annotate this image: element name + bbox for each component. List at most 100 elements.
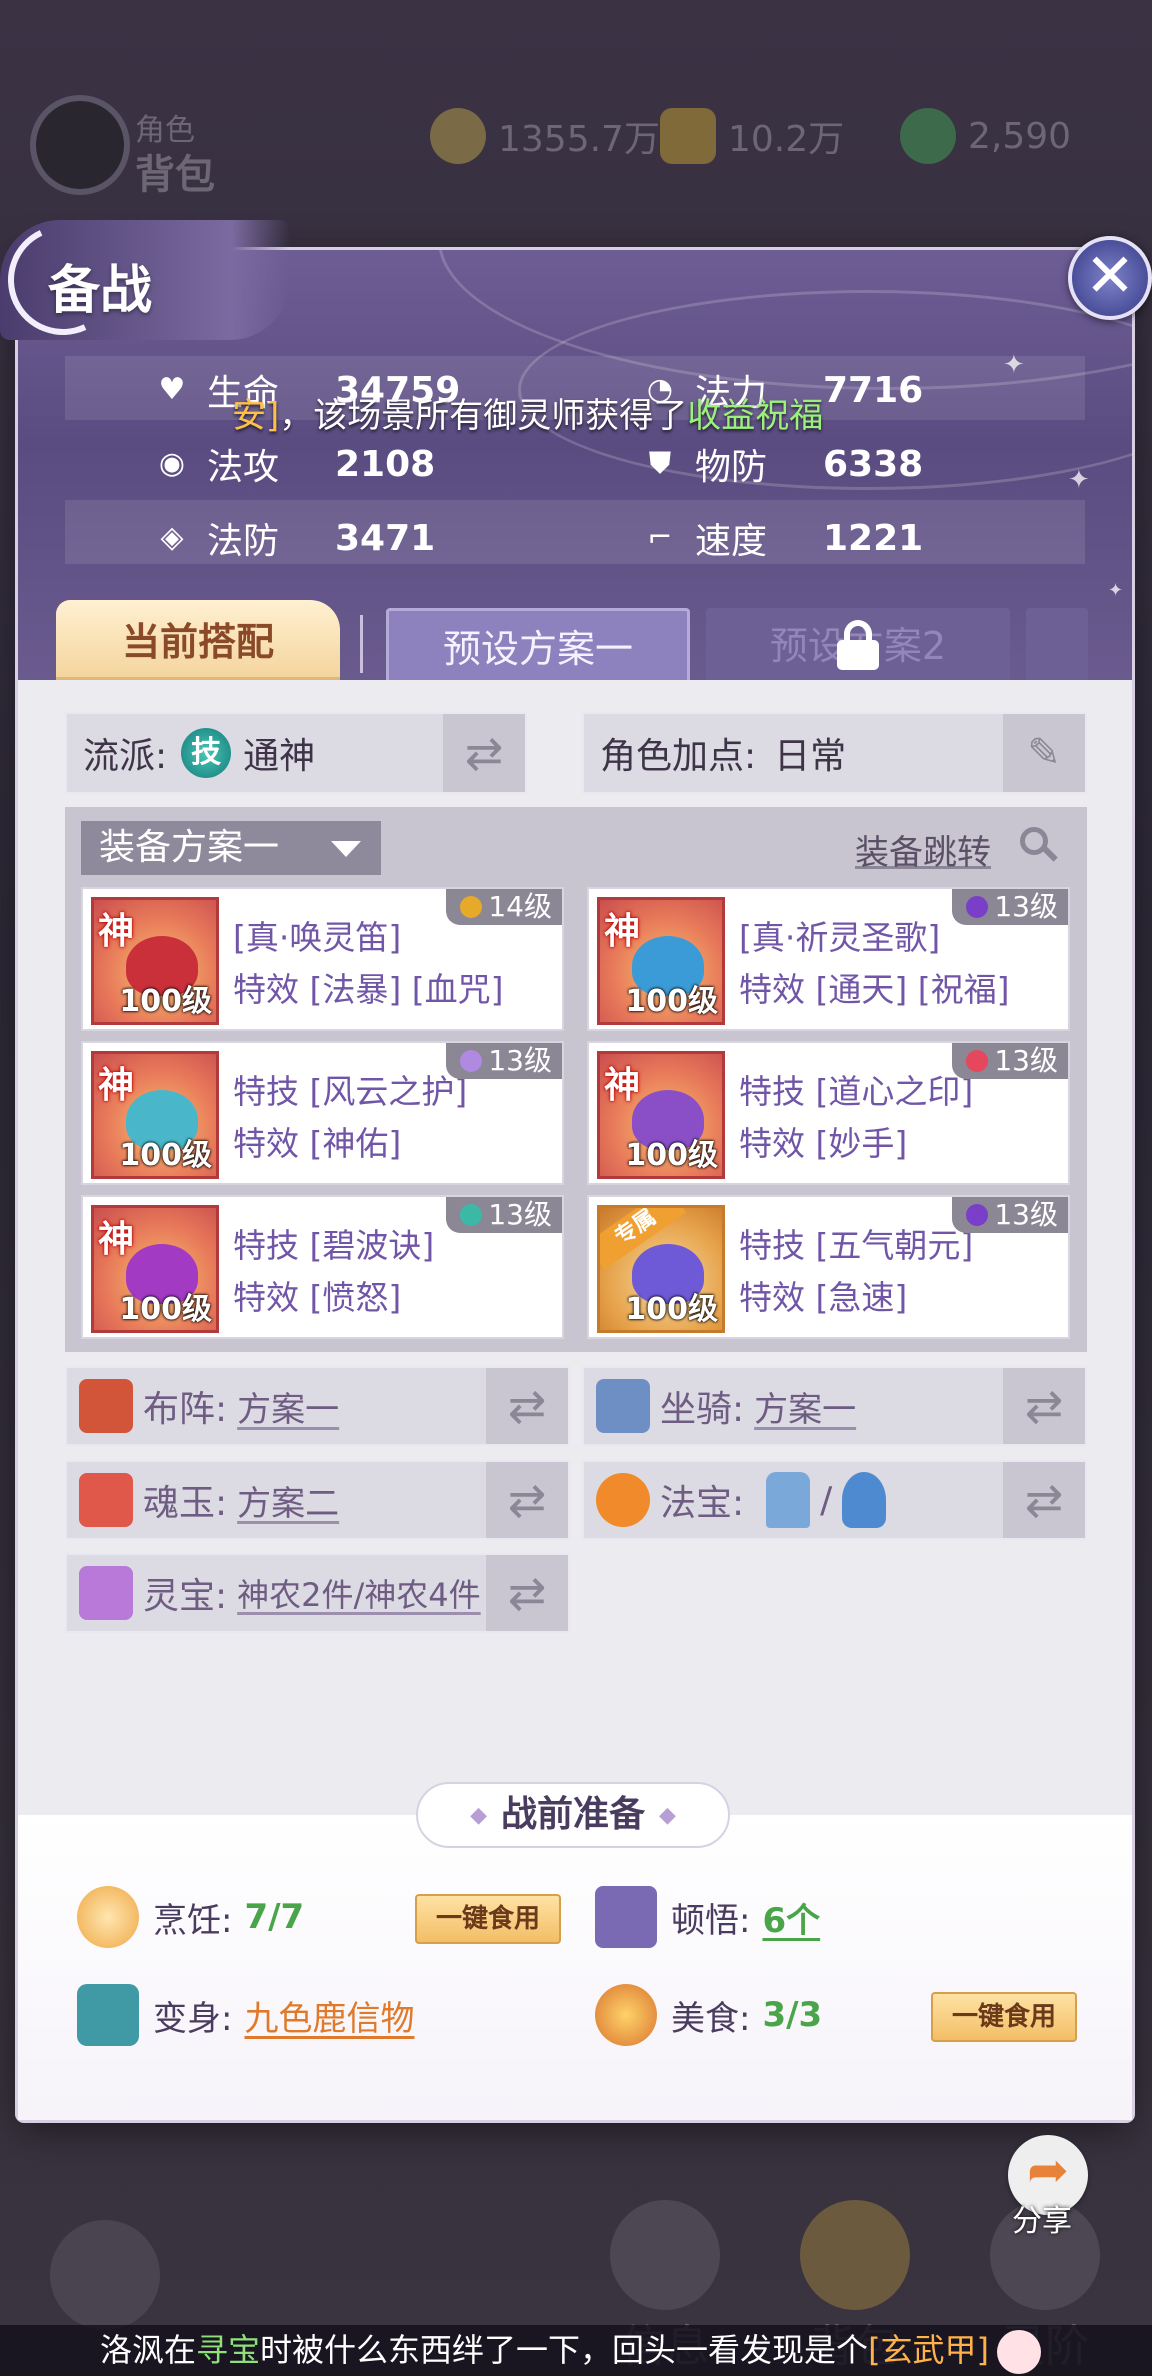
tab-current-setup[interactable]: 当前搭配	[56, 600, 340, 680]
refresh-icon: ⇄	[507, 1379, 547, 1433]
equipment-jump-link[interactable]: 装备跳转	[855, 825, 991, 874]
gem-level-badge: 13级	[952, 1043, 1068, 1079]
umbrella-icon	[77, 1984, 139, 2046]
treasure-switch-button[interactable]: ⇄	[1003, 1462, 1085, 1538]
scroll-icon	[596, 1379, 650, 1433]
gem-icon	[460, 896, 483, 918]
equipment-effect: 特效 [愤怒]	[233, 1278, 402, 1317]
spirit-treasure-icon	[79, 1566, 133, 1620]
soul-jade-label: 魂玉:	[143, 1483, 228, 1524]
currency-gold: 10.2万	[660, 108, 844, 164]
faction-label: 流派:	[83, 736, 168, 777]
fire-treasure-icon	[596, 1473, 650, 1527]
treasure-label: 法宝:	[660, 1483, 745, 1524]
shield-icon: ⛊	[648, 446, 672, 481]
equipment-card[interactable]: 神 100级 [真·祈灵圣歌] 特效 [通天] [祝福] 13级	[587, 887, 1070, 1031]
place-highlight: 寻宝	[196, 2331, 261, 2369]
stat-value: 3471	[335, 517, 436, 559]
equipment-name: 特技 [碧波诀]	[233, 1226, 435, 1265]
soul-jade-icon	[79, 1473, 133, 1527]
equipment-name: 特技 [道心之印]	[739, 1072, 974, 1111]
equipment-effect: 特效 [妙手]	[739, 1124, 908, 1163]
points-row: 角色加点: 日常 ✎	[582, 712, 1087, 794]
formation-switch-button[interactable]: ⇄	[486, 1368, 568, 1444]
faction-value: 通神	[243, 736, 316, 777]
gem-icon	[966, 1050, 989, 1072]
eat-all-button[interactable]: 一键食用	[415, 1894, 561, 1944]
mount-switch-button[interactable]: ⇄	[1003, 1368, 1085, 1444]
currency-jade-value: 2,590	[968, 115, 1072, 157]
cooking-value: 7/7	[244, 1897, 305, 1937]
spirit-treasure-row: 灵宝: 神农2件/神农4件 ⇄	[65, 1553, 570, 1633]
search-icon[interactable]	[1020, 827, 1058, 863]
background-bottom-nav: 信息 背包 灵阶	[0, 2180, 1152, 2372]
soul-jade-row: 魂玉: 方案二 ⇄	[65, 1460, 570, 1540]
eat-all-button[interactable]: 一键食用	[931, 1992, 1077, 2042]
necklace-icon: 神 100级	[91, 1051, 219, 1179]
refresh-icon: ⇄	[1024, 1473, 1064, 1527]
lock-icon	[837, 620, 879, 670]
stat-value: 2108	[335, 443, 436, 485]
food-item: 美食: 3/3	[595, 1984, 822, 2046]
tab-preset-1[interactable]: 预设方案一	[386, 608, 690, 680]
soul-jade-value: 方案二	[237, 1483, 340, 1524]
equipment-scheme-select[interactable]: 装备方案一	[81, 821, 381, 875]
equipment-card[interactable]: 专属 100级 特技 [五气朝元] 特效 [急速] 13级	[587, 1195, 1070, 1339]
sparkle-icon: ✦	[1068, 465, 1090, 495]
close-button[interactable]: ✕	[1068, 236, 1152, 320]
tab-preset-more[interactable]	[1026, 608, 1088, 680]
transform-value[interactable]: 九色鹿信物	[244, 1991, 414, 2040]
belt-icon: 神 100级	[91, 1205, 219, 1333]
soul-jade-switch-button[interactable]: ⇄	[486, 1462, 568, 1538]
enlighten-value[interactable]: 6个	[762, 1893, 820, 1942]
points-edit-button[interactable]: ✎	[1003, 714, 1085, 792]
stat-label: 物防	[695, 447, 768, 488]
equipment-name: 特技 [五气朝元]	[739, 1226, 974, 1265]
book-icon	[595, 1886, 657, 1948]
formation-row: 布阵: 方案一 ⇄	[65, 1366, 570, 1446]
gem-level-badge: 13级	[446, 1197, 562, 1233]
equipment-card[interactable]: 神 100级 [真·唤灵笛] 特效 [法暴] [血咒] 14级	[81, 887, 564, 1031]
equipment-card[interactable]: 神 100级 特技 [风云之护] 特效 [神佑] 13级	[81, 1041, 564, 1185]
faction-row: 流派: 技 通神 ⇄	[65, 712, 527, 794]
share-arrow-icon: ➦	[1027, 2141, 1069, 2199]
emoji-icon	[997, 2330, 1042, 2374]
mount-value: 方案一	[754, 1389, 857, 1430]
treasure-separator: /	[820, 1479, 833, 1521]
formation-book-icon	[79, 1379, 133, 1433]
equipment-scheme-label: 装备方案一	[99, 827, 280, 868]
brush-icon: ✎	[1027, 730, 1061, 776]
points-value: 日常	[774, 736, 847, 777]
stat-value: 6338	[823, 443, 924, 485]
equipment-name: [真·唤灵笛]	[233, 918, 402, 957]
equipment-card[interactable]: 神 100级 特技 [道心之印] 特效 [妙手] 13级	[587, 1041, 1070, 1185]
refresh-icon: ⇄	[507, 1473, 547, 1527]
stat-label: 法攻	[207, 447, 280, 488]
weapon-flute-icon: 神 100级	[91, 897, 219, 1025]
bun-icon	[77, 1886, 139, 1948]
formation-value: 方案一	[237, 1389, 340, 1430]
spirit-treasure-value: 神农2件/神农4件	[237, 1576, 481, 1614]
stat-phys-defense: ⛊ 物防 6338	[643, 438, 923, 490]
gem-icon	[460, 1204, 483, 1226]
spirit-treasure-label: 灵宝:	[143, 1576, 228, 1617]
faction-switch-button[interactable]: ⇄	[443, 714, 525, 792]
equipment-card[interactable]: 神 100级 特技 [碧波诀] 特效 [愤怒] 13级	[81, 1195, 564, 1339]
magic-defense-icon: ◈	[160, 520, 184, 555]
stat-label: 法防	[207, 521, 280, 562]
food-value: 3/3	[762, 1995, 823, 2035]
currency-copper: 1355.7万	[430, 108, 660, 164]
prep-row: 烹饪: 7/7 一键食用 顿悟: 6个	[65, 1880, 1087, 1960]
boot-icon: ⌐	[647, 520, 673, 555]
transform-item: 变身: 九色鹿信物	[77, 1984, 414, 2046]
formation-label: 布阵:	[143, 1389, 228, 1430]
currency-copper-value: 1355.7万	[498, 119, 660, 160]
tab-divider	[360, 615, 363, 673]
heart-icon: ♥	[158, 372, 186, 407]
gem-level-badge: 13级	[952, 889, 1068, 925]
enlighten-item: 顿悟: 6个	[595, 1886, 820, 1948]
stat-magic-defense: ◈ 法防 3471	[155, 512, 435, 564]
spirit-treasure-switch-button[interactable]: ⇄	[486, 1555, 568, 1631]
refresh-icon: ⇄	[507, 1566, 547, 1620]
blessing-notice: 安]，该场景所有御灵师获得了收益祝福	[232, 396, 824, 436]
